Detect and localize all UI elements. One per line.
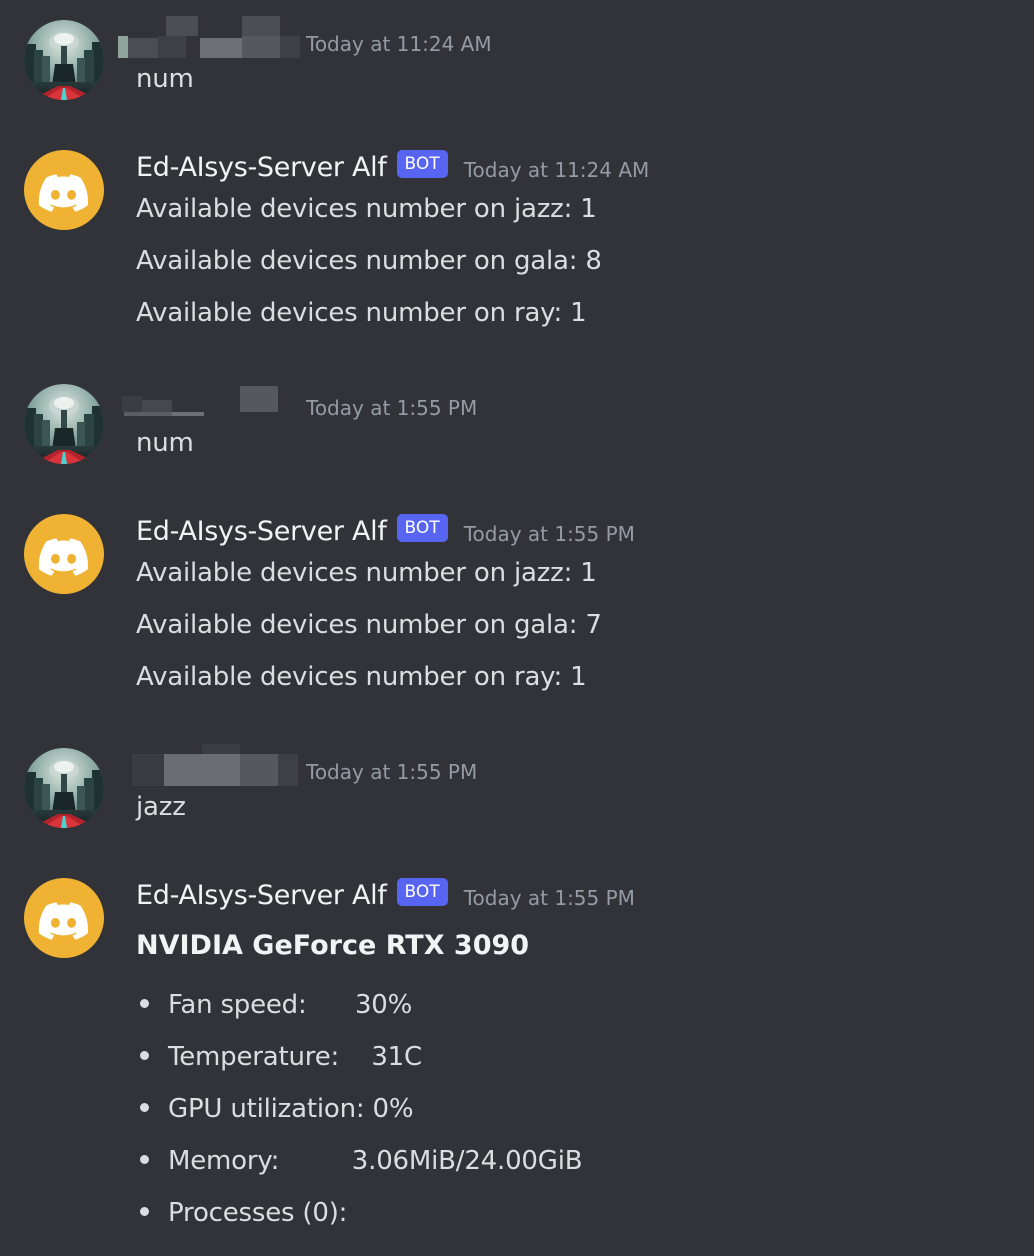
bot-tag-badge: BOT	[396, 150, 448, 178]
discord-logo-icon	[24, 150, 104, 230]
message-header: Ed-AIsys-Server Alf BOT Today at 1:55 PM	[136, 514, 635, 548]
user-avatar[interactable]	[24, 748, 104, 828]
message-line: Available devices number on ray: 1	[136, 662, 587, 692]
bullet-icon	[140, 1155, 149, 1164]
list-item: Fan speed: 30%	[136, 990, 412, 1020]
message-text: jazz	[136, 792, 186, 822]
message-header: Today at 1:55 PM	[306, 752, 477, 786]
bullet-icon	[140, 1207, 149, 1216]
bot-avatar[interactable]	[24, 878, 104, 958]
timestamp[interactable]: Today at 1:55 PM	[464, 522, 635, 546]
timestamp[interactable]: Today at 1:55 PM	[306, 396, 477, 420]
bot-avatar[interactable]	[24, 150, 104, 230]
bot-avatar[interactable]	[24, 514, 104, 594]
list-item: GPU utilization: 0%	[136, 1094, 414, 1124]
list-item: Memory: 3.06MiB/24.00GiB	[136, 1146, 583, 1176]
bullet-icon	[140, 999, 149, 1008]
bot-username[interactable]: Ed-AIsys-Server Alf	[136, 880, 387, 911]
redacted-username[interactable]	[118, 386, 288, 420]
list-item-text: Temperature: 31C	[168, 1042, 422, 1072]
message-header: Ed-AIsys-Server Alf BOT Today at 1:55 PM	[136, 878, 635, 912]
message-header: Today at 1:55 PM	[306, 388, 477, 422]
bot-username[interactable]: Ed-AIsys-Server Alf	[136, 516, 387, 547]
message-line: Available devices number on ray: 1	[136, 298, 587, 328]
gpu-title: NVIDIA GeForce RTX 3090	[136, 930, 530, 961]
bot-username[interactable]: Ed-AIsys-Server Alf	[136, 152, 387, 183]
forest-landscape-avatar-icon	[24, 748, 104, 828]
bullet-icon	[140, 1103, 149, 1112]
list-item: Processes (0):	[136, 1198, 347, 1228]
timestamp[interactable]: Today at 11:24 AM	[464, 158, 650, 182]
list-item: Temperature: 31C	[136, 1042, 422, 1072]
forest-landscape-avatar-icon	[24, 20, 104, 100]
message-line: Available devices number on jazz: 1	[136, 558, 597, 588]
timestamp[interactable]: Today at 1:55 PM	[306, 760, 477, 784]
list-item-text: GPU utilization: 0%	[168, 1094, 414, 1124]
list-item-text: Processes (0):	[168, 1198, 348, 1228]
timestamp[interactable]: Today at 11:24 AM	[306, 32, 492, 56]
bot-tag-badge: BOT	[396, 514, 448, 542]
bullet-icon	[140, 1051, 149, 1060]
message-line: Available devices number on jazz: 1	[136, 194, 597, 224]
bot-tag-badge: BOT	[396, 878, 448, 906]
redacted-username[interactable]	[118, 744, 300, 786]
user-avatar[interactable]	[24, 384, 104, 464]
message-text: num	[136, 64, 194, 94]
discord-logo-icon	[24, 878, 104, 958]
redacted-username[interactable]	[118, 16, 300, 58]
message-header: Ed-AIsys-Server Alf BOT Today at 11:24 A…	[136, 150, 649, 184]
discord-logo-icon	[24, 514, 104, 594]
list-item-text: Fan speed: 30%	[168, 990, 413, 1020]
user-avatar[interactable]	[24, 20, 104, 100]
timestamp[interactable]: Today at 1:55 PM	[464, 886, 635, 910]
forest-landscape-avatar-icon	[24, 384, 104, 464]
message-header: Today at 11:24 AM	[306, 24, 492, 58]
list-item-text: Memory: 3.06MiB/24.00GiB	[168, 1146, 583, 1176]
message-text: num	[136, 428, 194, 458]
message-line: Available devices number on gala: 7	[136, 610, 602, 640]
message-line: Available devices number on gala: 8	[136, 246, 602, 276]
